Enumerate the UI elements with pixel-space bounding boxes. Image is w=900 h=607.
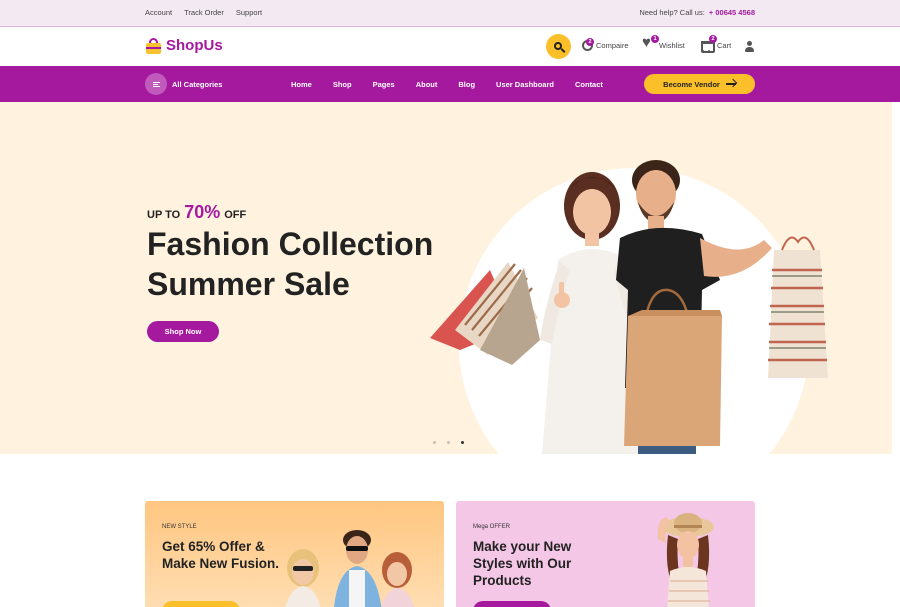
nav-item-pages[interactable]: Pages (373, 80, 395, 89)
user-icon[interactable] (745, 41, 754, 53)
group-friends-illustration (285, 530, 415, 607)
promo-tag: Mega OFFER (473, 524, 511, 530)
slider-dot-3[interactable] (461, 441, 464, 444)
main-nav: All Categories Home Shop Pages About Blo… (0, 66, 900, 102)
paper-bag (624, 288, 722, 446)
hero-banner: UP TO 70% OFF Fashion Collection Summer … (0, 102, 892, 454)
compare-icon: 2 (582, 38, 594, 51)
promo-title: Get 65% Offer & Make New Fusion. (162, 539, 280, 571)
discount-percent: 70% (184, 202, 221, 222)
slider-dots (433, 441, 464, 444)
logo[interactable]: ShopUs (145, 37, 223, 54)
top-bar: Account Track Order Support Need help? C… (0, 0, 900, 27)
promo-card-new-style[interactable]: NEW STYLE Get 65% Offer & Make New Fusio… (145, 501, 444, 607)
promo-card-mega-offer[interactable]: Mega OFFER Make your New Styles with Our… (456, 501, 755, 607)
compare-link[interactable]: 2 Compaire (582, 38, 629, 51)
search-button[interactable] (546, 34, 571, 59)
become-vendor-label: Become Vendor (663, 79, 720, 89)
hero-discount-line: UP TO 70% OFF (147, 202, 246, 223)
wishlist-link[interactable]: 1 Wishlist (642, 34, 685, 52)
slider-dot-1[interactable] (433, 441, 436, 444)
become-vendor-button[interactable]: Become Vendor (644, 74, 755, 94)
compare-count-badge: 2 (586, 38, 594, 46)
support-link[interactable]: Support (236, 8, 262, 17)
heart-icon: 1 (642, 34, 659, 52)
phone-number[interactable]: + 00645 4568 (709, 8, 755, 17)
top-links: Account Track Order Support (145, 8, 262, 17)
shopping-bag-icon (145, 37, 162, 54)
nav-item-about[interactable]: About (416, 80, 438, 89)
search-icon (553, 41, 562, 50)
cart-link[interactable]: 2 Cart (701, 35, 732, 53)
compare-label: Compaire (596, 40, 629, 50)
cart-label: Cart (717, 41, 732, 50)
shop-now-button[interactable]: Shop Now (147, 321, 219, 342)
hero-title: Fashion Collection Summer Sale (147, 226, 434, 302)
off-label: OFF (224, 209, 247, 221)
all-categories-button[interactable]: All Categories (145, 73, 222, 95)
promo-button[interactable] (162, 601, 240, 607)
up-to-label: UP TO (147, 209, 181, 221)
right-shopping-bag (768, 236, 828, 378)
hero-couple-illustration (430, 160, 828, 454)
promo-button[interactable] (473, 601, 551, 607)
header: ShopUs 2 Compaire 1 Wishlist 2 Cart (0, 27, 900, 66)
slider-dot-2[interactable] (447, 441, 450, 444)
menu-icon (145, 73, 167, 95)
track-order-link[interactable]: Track Order (184, 8, 224, 17)
help-line: Need help? Call us: + 00645 4568 (639, 8, 755, 17)
nav-item-user-dashboard[interactable]: User Dashboard (496, 80, 554, 89)
woman-hat-illustration (657, 513, 714, 607)
nav-item-blog[interactable]: Blog (458, 80, 475, 89)
nav-menu: Home Shop Pages About Blog User Dashboar… (291, 80, 624, 89)
account-link[interactable]: Account (145, 8, 172, 17)
nav-item-home[interactable]: Home (291, 80, 312, 89)
promo-tag: NEW STYLE (162, 524, 197, 530)
nav-item-contact[interactable]: Contact (575, 80, 603, 89)
cart-count-badge: 2 (709, 35, 717, 43)
wishlist-label: Wishlist (659, 41, 685, 50)
all-categories-label: All Categories (172, 79, 223, 89)
nav-item-shop[interactable]: Shop (333, 80, 352, 89)
promo-title: Make your New Styles with Our Products (473, 539, 572, 588)
wishlist-count-badge: 1 (651, 35, 659, 43)
cart-icon: 2 (701, 35, 717, 53)
arrow-right-icon (725, 83, 736, 85)
help-label: Need help? Call us: (639, 8, 705, 17)
brand-name: ShopUs (166, 37, 223, 54)
